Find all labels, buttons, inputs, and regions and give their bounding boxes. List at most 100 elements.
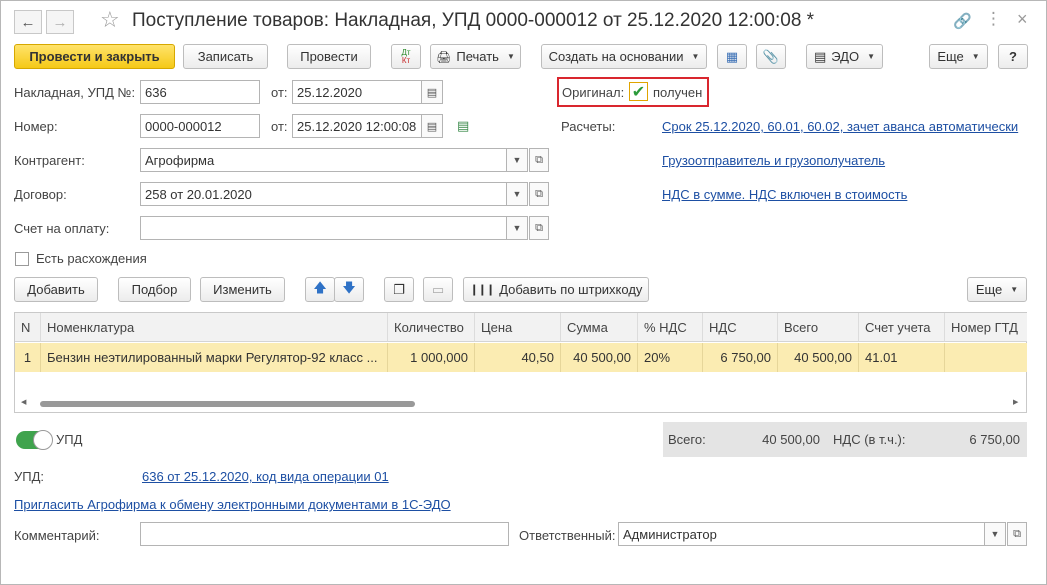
- table-cell[interactable]: 1 000,000: [388, 343, 475, 372]
- comment-label: Комментарий:: [14, 528, 100, 543]
- table-more-button[interactable]: Еще ▼: [967, 277, 1027, 302]
- invoice-date-field[interactable]: 25.12.2020: [292, 80, 422, 104]
- column-header[interactable]: НДС: [703, 313, 778, 342]
- column-header[interactable]: Количество: [388, 313, 475, 342]
- invite-edo-link[interactable]: Пригласить Агрофирма к обмену электронны…: [14, 497, 451, 512]
- more-vertical-icon[interactable]: ⋮: [985, 9, 1002, 29]
- dropdown-button[interactable]: ▼: [506, 149, 527, 171]
- forward-button[interactable]: →: [46, 10, 74, 34]
- debit-credit-button[interactable]: Дт Кт: [391, 44, 421, 69]
- discrepancy-checkbox[interactable]: [15, 252, 29, 266]
- calendar-button[interactable]: ▤: [421, 114, 443, 138]
- vat-link[interactable]: НДС в сумме. НДС включен в стоимость: [662, 187, 907, 202]
- arrow-up-icon: 🡅: [313, 279, 327, 295]
- invoice-number-field[interactable]: 636: [140, 80, 260, 104]
- settlements-link[interactable]: Срок 25.12.2020, 60.01, 60.02, зачет ава…: [662, 119, 1018, 134]
- paste-button[interactable]: ▭: [423, 277, 453, 302]
- link-icon[interactable]: 🔗: [953, 12, 972, 30]
- scrollbar-thumb[interactable]: [40, 401, 415, 407]
- table-cell[interactable]: 6 750,00: [703, 343, 778, 372]
- contract-label: Договор:: [14, 187, 67, 202]
- column-header[interactable]: N: [15, 313, 41, 342]
- more-button[interactable]: Еще ▼: [929, 44, 988, 69]
- back-button[interactable]: ←: [14, 10, 42, 34]
- close-icon[interactable]: ×: [1017, 9, 1028, 30]
- vat-total-value: 6 750,00: [969, 432, 1020, 447]
- counterparty-label: Контрагент:: [14, 153, 85, 168]
- arrow-left-icon: ←: [20, 13, 36, 31]
- vat-total-label: НДС (в т.ч.):: [833, 432, 906, 447]
- table-cell[interactable]: 41.01: [859, 343, 945, 372]
- change-button[interactable]: Изменить: [200, 277, 285, 302]
- post-and-close-button[interactable]: Провести и закрыть: [14, 44, 175, 69]
- comment-check-icon[interactable]: ▤: [457, 118, 469, 134]
- dropdown-button[interactable]: ▼: [506, 183, 527, 205]
- goods-table[interactable]: N Номенклатура Количество Цена Сумма % Н…: [14, 312, 1027, 413]
- add-row-button[interactable]: Добавить: [14, 277, 98, 302]
- edo-icon: ▤: [813, 48, 827, 64]
- add-by-barcode-button[interactable]: ❙❙❙ Добавить по штрихкоду: [463, 277, 649, 302]
- shipper-consignee-link[interactable]: Грузоотправитель и грузополучатель: [662, 153, 885, 168]
- scroll-left-icon[interactable]: ◀: [21, 398, 26, 406]
- structure-icon: ▦: [725, 48, 739, 64]
- move-up-button[interactable]: 🡅: [305, 277, 335, 302]
- table-cell[interactable]: 40 500,00: [778, 343, 859, 372]
- column-header[interactable]: Номер ГТД: [945, 313, 1027, 342]
- arrow-right-icon: →: [52, 13, 68, 31]
- table-cell[interactable]: Бензин неэтилированный марки Регулятор-9…: [41, 343, 388, 372]
- table-cell[interactable]: 20%: [638, 343, 703, 372]
- move-down-button[interactable]: 🡇: [334, 277, 364, 302]
- column-header[interactable]: Счет учета: [859, 313, 945, 342]
- column-header[interactable]: % НДС: [638, 313, 703, 342]
- pick-button[interactable]: Подбор: [118, 277, 191, 302]
- dropdown-button[interactable]: ▼: [506, 217, 527, 239]
- dropdown-button[interactable]: ▼: [984, 523, 1005, 545]
- structure-button[interactable]: ▦: [717, 44, 747, 69]
- chevron-down-icon: ▼: [512, 155, 522, 165]
- table-cell[interactable]: [945, 343, 1027, 372]
- original-label: Оригинал:: [562, 85, 625, 100]
- comment-field[interactable]: [140, 522, 509, 546]
- discrepancy-label: Есть расхождения: [36, 251, 147, 266]
- debit-credit-icon: Дт Кт: [401, 47, 411, 65]
- scroll-right-icon[interactable]: ▶: [1013, 398, 1018, 406]
- column-header[interactable]: Сумма: [561, 313, 638, 342]
- upd-link[interactable]: 636 от 25.12.2020, код вида операции 01: [142, 469, 389, 484]
- column-header[interactable]: Всего: [778, 313, 859, 342]
- table-cell[interactable]: 40 500,00: [561, 343, 638, 372]
- invoice-for-payment-field[interactable]: ▼: [140, 216, 528, 240]
- open-contract-button[interactable]: ⧉: [529, 182, 549, 206]
- help-button[interactable]: ?: [998, 44, 1028, 69]
- open-invoice-button[interactable]: ⧉: [529, 216, 549, 240]
- attach-button[interactable]: 📎: [756, 44, 786, 69]
- column-header[interactable]: Номенклатура: [41, 313, 388, 342]
- save-button[interactable]: Записать: [183, 44, 268, 69]
- open-window-icon: ⧉: [535, 221, 543, 234]
- total-label: Всего:: [668, 432, 706, 447]
- calendar-icon: ▤: [426, 120, 438, 133]
- responsible-label: Ответственный:: [519, 528, 616, 543]
- favorite-star-icon[interactable]: ☆: [100, 7, 120, 33]
- document-window: ← → ☆ Поступление товаров: Накладная, УП…: [0, 0, 1047, 585]
- contract-field[interactable]: 258 от 20.01.2020 ▼: [140, 182, 528, 206]
- number-field[interactable]: 0000-000012: [140, 114, 260, 138]
- original-received-checkbox[interactable]: ✔: [629, 82, 648, 101]
- copy-button[interactable]: ❐: [384, 277, 414, 302]
- open-responsible-button[interactable]: ⧉: [1007, 522, 1027, 546]
- open-counterparty-button[interactable]: ⧉: [529, 148, 549, 172]
- number-date-field[interactable]: 25.12.2020 12:00:08: [292, 114, 422, 138]
- responsible-field[interactable]: Администратор ▼: [618, 522, 1006, 546]
- upd-toggle[interactable]: [16, 430, 53, 450]
- create-based-on-button[interactable]: Создать на основании ▼: [541, 44, 707, 69]
- print-button[interactable]: 🖨 Печать ▼: [430, 44, 521, 69]
- column-header[interactable]: Цена: [475, 313, 561, 342]
- chevron-down-icon: ▼: [512, 189, 522, 199]
- table-cell[interactable]: 1: [15, 343, 41, 372]
- counterparty-field[interactable]: Агрофирма ▼: [140, 148, 528, 172]
- post-button[interactable]: Провести: [287, 44, 371, 69]
- horizontal-scrollbar[interactable]: [32, 399, 1017, 407]
- calendar-button[interactable]: ▤: [421, 80, 443, 104]
- total-value: 40 500,00: [762, 432, 820, 447]
- table-cell[interactable]: 40,50: [475, 343, 561, 372]
- edo-button[interactable]: ▤ ЭДО ▼: [806, 44, 883, 69]
